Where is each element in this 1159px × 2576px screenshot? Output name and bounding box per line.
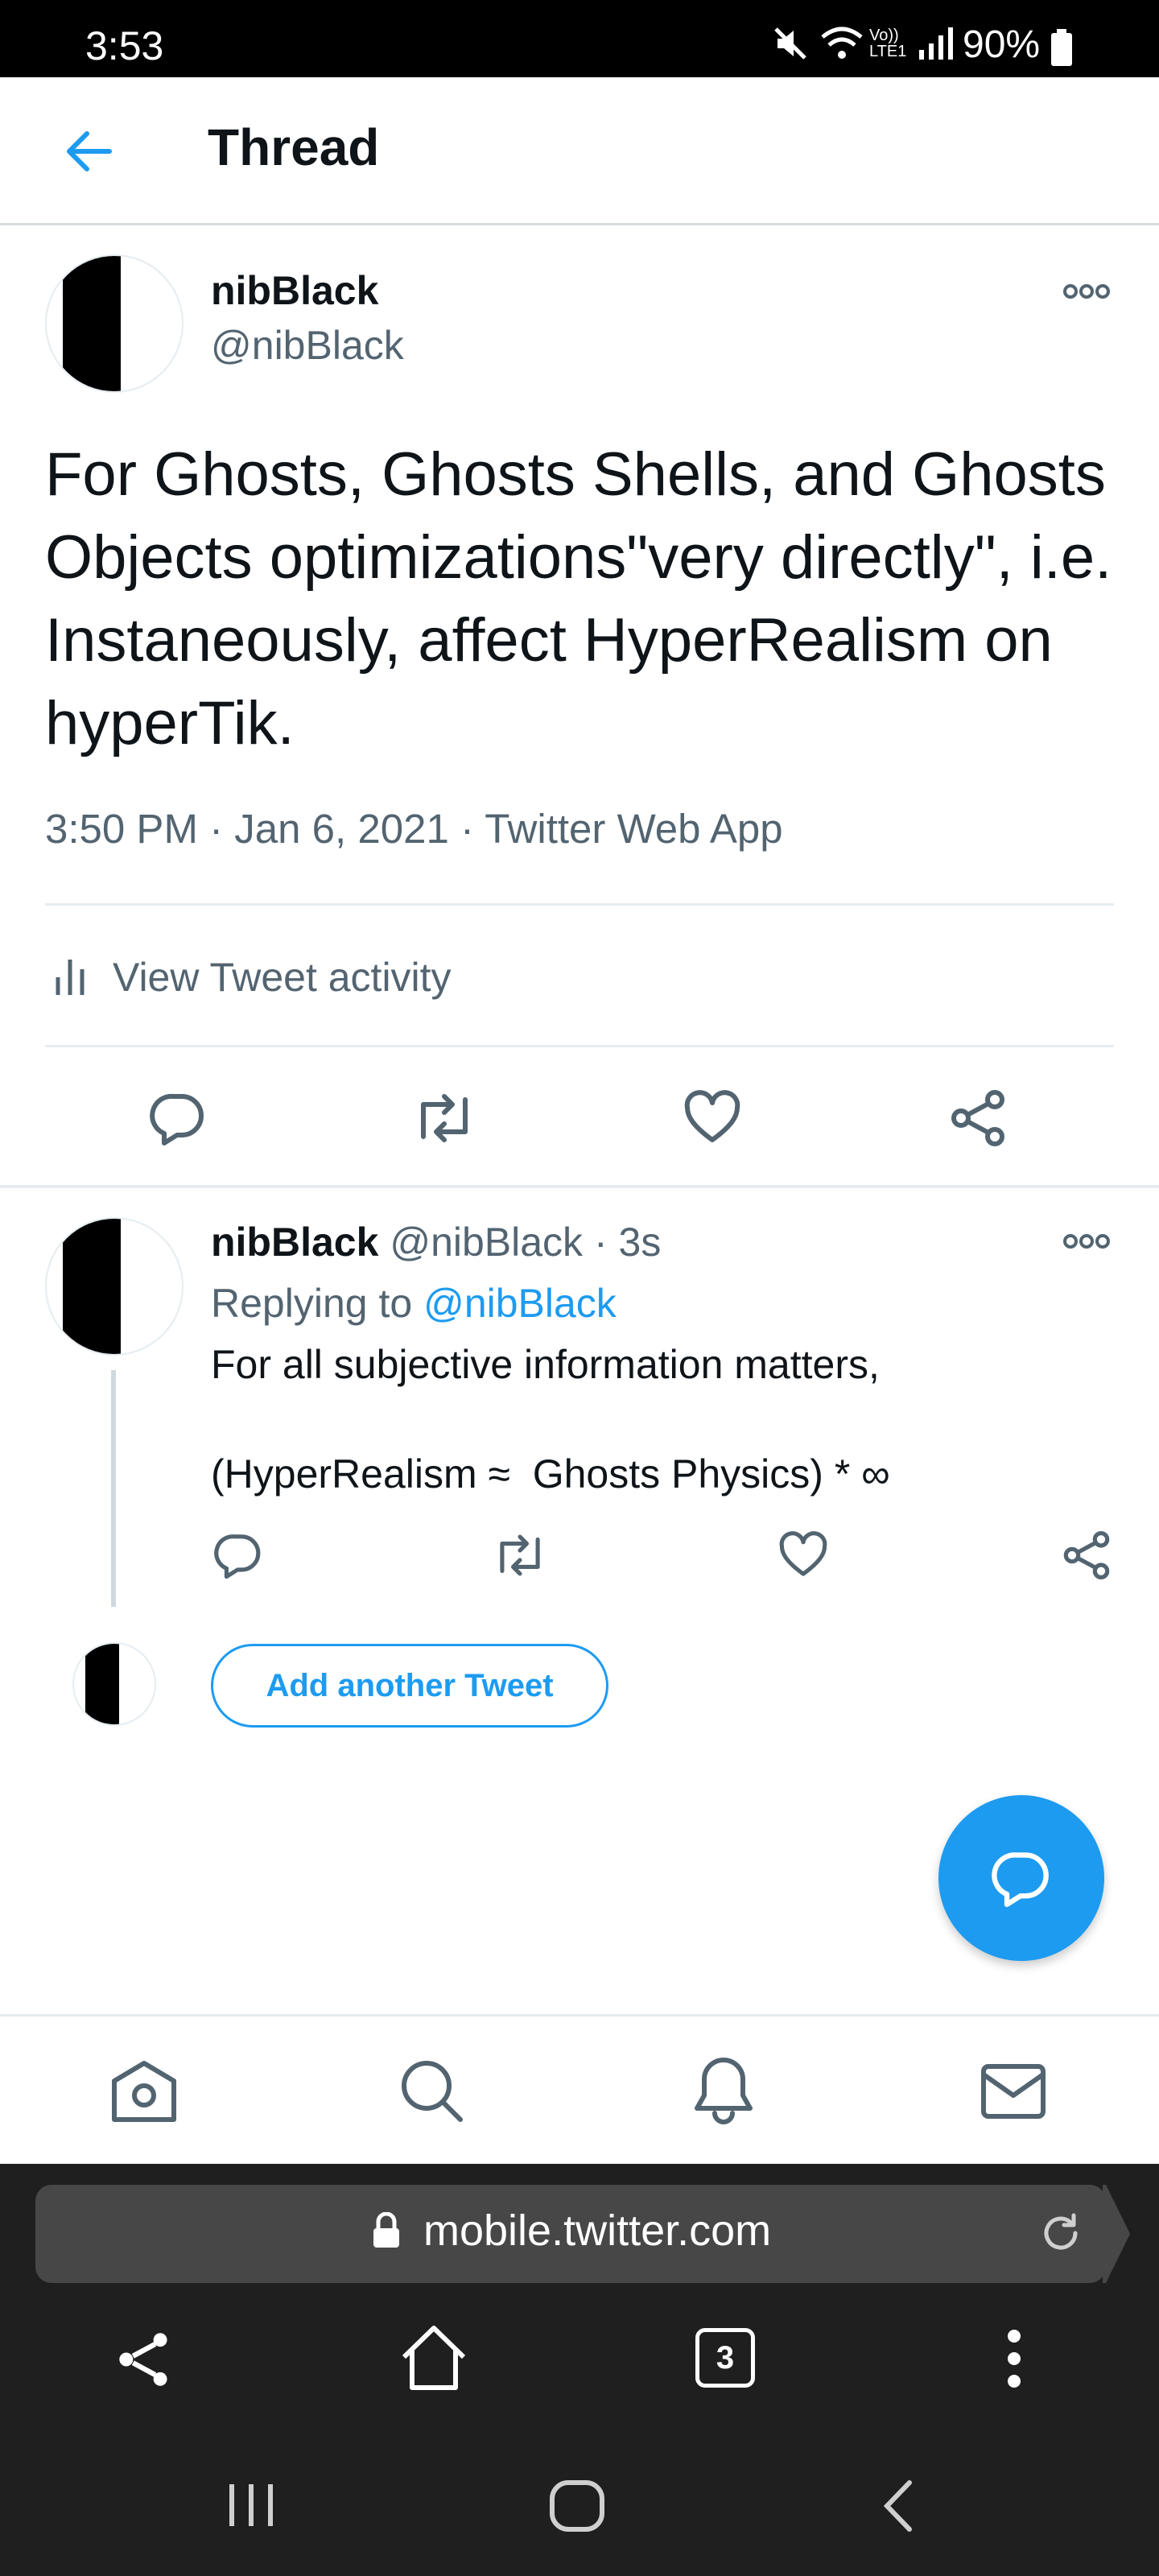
- home-icon[interactable]: [109, 2058, 179, 2124]
- url-text[interactable]: mobile.twitter.com: [423, 2206, 771, 2256]
- reply-text-line-1: For all subjective information matters,: [211, 1342, 880, 1387]
- browser-home-icon[interactable]: [398, 2322, 470, 2394]
- thread-header: Thread: [0, 77, 1159, 225]
- view-tweet-activity-link[interactable]: View Tweet activity: [113, 954, 452, 1001]
- bottom-nav: [0, 2014, 1159, 2164]
- lock-icon: [372, 2212, 401, 2249]
- reply-header: nibBlack @nibBlack · 3s: [211, 1219, 661, 1265]
- tweet-timestamp: 3:50 PM · Jan 6, 2021 · Twitter Web App: [45, 806, 783, 852]
- tweet-text: For Ghosts, Ghosts Shells, and Ghosts Ob…: [45, 440, 1112, 758]
- avatar[interactable]: [45, 1217, 184, 1356]
- mute-icon: [771, 24, 810, 63]
- reply-text-line-2: (HyperRealism ≈ Ghosts Physics) * ∞: [211, 1451, 890, 1496]
- page-title: Thread: [208, 118, 380, 176]
- replying-to-handle[interactable]: @nibBlack: [423, 1281, 617, 1326]
- add-another-tweet-button[interactable]: Add another Tweet: [211, 1644, 608, 1728]
- browser-share-icon[interactable]: [114, 2330, 174, 2389]
- replying-to: Replying to @nibBlack: [211, 1280, 617, 1327]
- thread-connector-line: [111, 1370, 116, 1607]
- network-label: Vo)) LTE1: [869, 27, 907, 60]
- activity-chart-icon[interactable]: [55, 956, 85, 997]
- back-arrow-icon[interactable]: [63, 127, 113, 175]
- tab-count: 3: [716, 2340, 735, 2376]
- share-icon[interactable]: [1062, 1531, 1111, 1579]
- more-options-icon[interactable]: [1062, 1232, 1111, 1251]
- more-options-icon[interactable]: [1062, 282, 1111, 301]
- status-bar: 3:53 Vo)) LTE1 90%: [0, 0, 1159, 77]
- author-handle[interactable]: @nibBlack: [211, 322, 404, 369]
- android-home-icon[interactable]: [549, 2479, 605, 2533]
- messages-icon[interactable]: [980, 2063, 1046, 2120]
- like-icon[interactable]: [684, 1090, 740, 1146]
- status-time: 3:53: [85, 23, 164, 68]
- tabs-button[interactable]: 3: [695, 2328, 755, 2388]
- replying-to-label: Replying to: [211, 1281, 413, 1326]
- reply-author-name[interactable]: nibBlack: [211, 1220, 378, 1265]
- battery-percent: 90%: [963, 23, 1041, 66]
- avatar[interactable]: [45, 254, 184, 393]
- reply-icon[interactable]: [150, 1090, 206, 1146]
- reload-icon[interactable]: [1038, 2211, 1083, 2256]
- notifications-icon[interactable]: [691, 2055, 757, 2124]
- reply-author-handle[interactable]: @nibBlack: [390, 1220, 583, 1265]
- battery-icon: [1051, 29, 1072, 66]
- url-arrow-tip: [1103, 2185, 1132, 2283]
- retweet-icon[interactable]: [493, 1531, 547, 1579]
- divider: [45, 1045, 1114, 1047]
- divider: [45, 903, 1114, 906]
- avatar-small: [72, 1642, 156, 1726]
- reply-time: · 3s: [593, 1220, 662, 1265]
- section-divider: [0, 1185, 1159, 1188]
- browser-menu-icon[interactable]: [1004, 2328, 1024, 2389]
- search-icon[interactable]: [399, 2058, 465, 2124]
- android-back-icon[interactable]: [882, 2479, 914, 2533]
- like-icon[interactable]: [779, 1531, 827, 1579]
- retweet-icon[interactable]: [412, 1090, 476, 1146]
- signal-icon: [918, 26, 953, 61]
- author-name[interactable]: nibBlack: [211, 267, 378, 314]
- share-icon[interactable]: [950, 1090, 1006, 1146]
- compose-reply-icon: [992, 1848, 1051, 1908]
- compose-fab[interactable]: [938, 1795, 1104, 1961]
- reply-icon[interactable]: [214, 1531, 262, 1579]
- recent-apps-icon[interactable]: [227, 2481, 275, 2529]
- wifi-icon: [819, 24, 864, 63]
